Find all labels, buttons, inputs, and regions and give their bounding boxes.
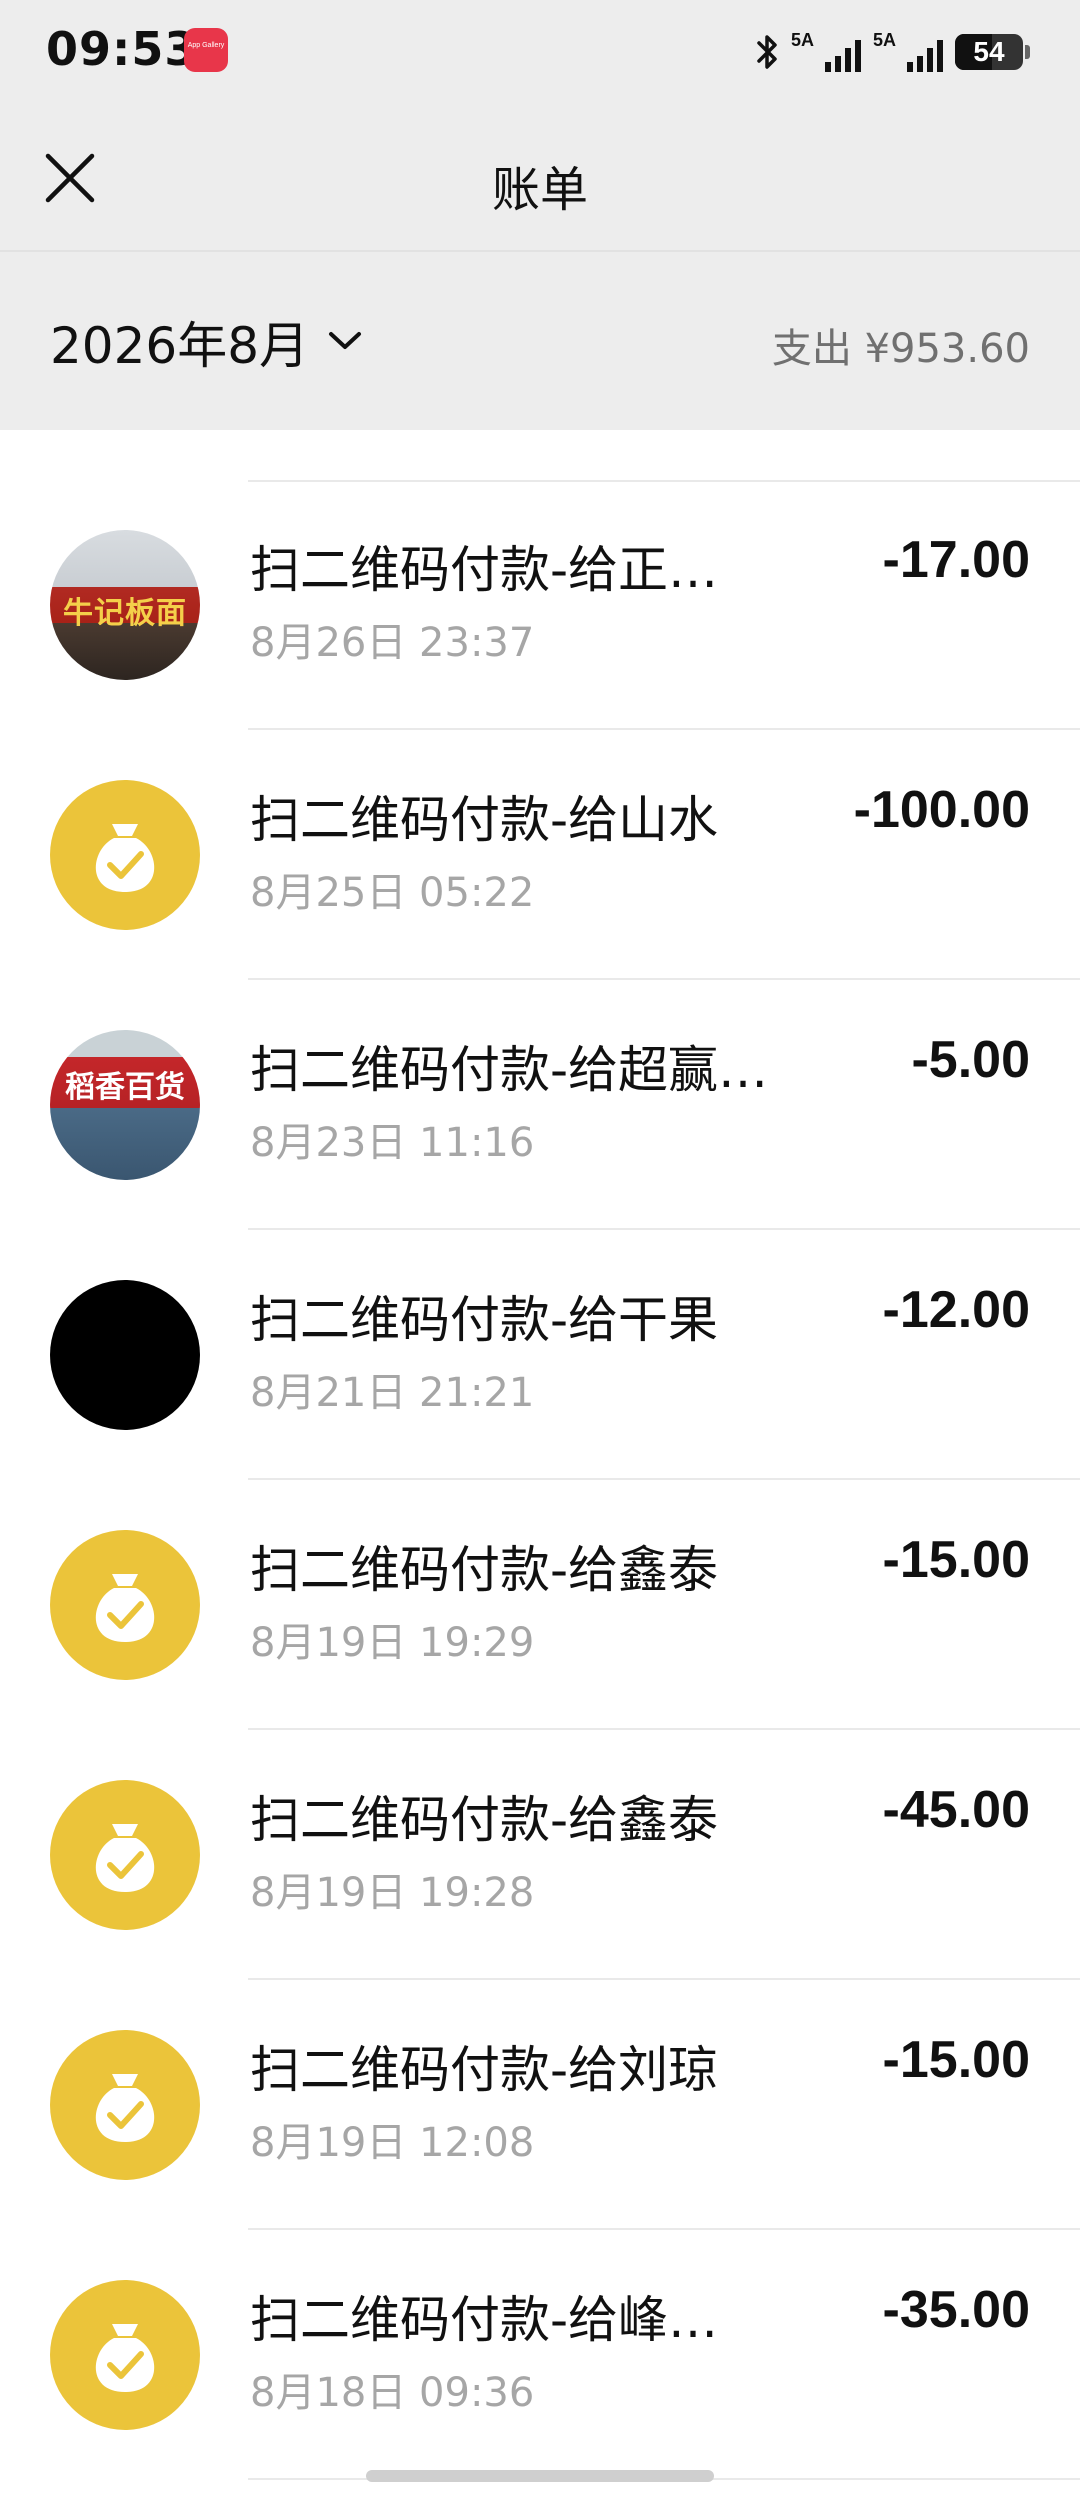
transaction-title: 扫二维码付款-给刘琼	[250, 2041, 719, 2099]
transaction-title: 扫二维码付款-给峰…	[250, 2291, 719, 2349]
transaction-time: 8月18日 09:36	[250, 2370, 535, 2416]
merchant-avatar: 牛记板面	[50, 530, 200, 680]
battery-icon: 54	[955, 34, 1023, 70]
transaction-time: 8月26日 23:37	[250, 620, 535, 666]
list-item[interactable]: 扫二维码付款-给干果 8月21日 21:21 -12.00	[0, 1230, 1080, 1480]
avatar-sign-text: 稻香百货	[65, 1070, 185, 1105]
transaction-amount: -45.00	[882, 1781, 1030, 1839]
avatar-sign-text: 牛记板面	[63, 596, 187, 631]
transaction-time: 8月19日 12:08	[250, 2120, 535, 2166]
list-item[interactable]: 扫二维码付款-给峰… 8月18日 09:36 -35.00	[0, 2230, 1080, 2480]
list-item[interactable]: 牛记板面 扫二维码付款-给正… 8月26日 23:37 -17.00	[0, 480, 1080, 730]
moneybag-icon	[50, 1780, 200, 1930]
merchant-avatar	[50, 1280, 200, 1430]
nav-bar: 账单	[0, 110, 1080, 252]
signal-label: 5A	[791, 30, 815, 50]
transaction-time: 8月23日 11:16	[250, 1120, 535, 1166]
bluetooth-icon	[755, 33, 779, 71]
transaction-time: 8月19日 19:28	[250, 1870, 535, 1916]
signal-icon: 5A	[873, 30, 943, 74]
signal-label: 5A	[873, 30, 897, 50]
transaction-title: 扫二维码付款-给干果	[250, 1291, 719, 1349]
signal-icon: 5A	[791, 30, 861, 74]
transaction-title: 扫二维码付款-给鑫泰	[250, 1791, 719, 1849]
status-bar: 09:53 App Gallery 5A 5A 54	[0, 0, 1080, 110]
transaction-amount: -100.00	[853, 781, 1030, 839]
transaction-title: 扫二维码付款-给超赢…	[250, 1041, 769, 1099]
chevron-down-icon	[327, 328, 363, 356]
transaction-time: 8月25日 05:22	[250, 870, 535, 916]
status-time: 09:53	[46, 22, 198, 76]
merchant-avatar: 稻香百货	[50, 1030, 200, 1180]
transaction-amount: -15.00	[882, 2031, 1030, 2089]
transaction-amount: -17.00	[882, 531, 1030, 589]
transaction-title: 扫二维码付款-给正…	[250, 541, 719, 599]
moneybag-icon	[50, 1530, 200, 1680]
list-item[interactable]: 扫二维码付款-给山水 8月25日 05:22 -100.00	[0, 730, 1080, 980]
list-item[interactable]: 稻香百货 扫二维码付款-给超赢… 8月23日 11:16 -5.00	[0, 980, 1080, 1230]
transaction-time: 8月21日 21:21	[250, 1370, 535, 1416]
moneybag-icon	[50, 780, 200, 930]
battery-tip	[1025, 45, 1030, 59]
month-label: 2026年8月	[50, 317, 310, 375]
moneybag-icon	[50, 2030, 200, 2180]
transaction-title: 扫二维码付款-给鑫泰	[250, 1541, 719, 1599]
battery-level: 54	[973, 36, 1005, 67]
home-indicator[interactable]	[366, 2470, 714, 2482]
transaction-amount: -12.00	[882, 1281, 1030, 1339]
list-item[interactable]: 扫二维码付款-给鑫泰 8月19日 19:28 -45.00	[0, 1730, 1080, 1980]
transaction-time: 8月19日 19:29	[250, 1620, 535, 1666]
list-item[interactable]: 扫二维码付款-给鑫泰 8月19日 19:29 -15.00	[0, 1480, 1080, 1730]
transaction-amount: -35.00	[882, 2281, 1030, 2339]
transaction-amount: -5.00	[911, 1031, 1030, 1089]
list-item[interactable]: 扫二维码付款-给刘琼 8月19日 12:08 -15.00	[0, 1980, 1080, 2230]
status-icons: 5A 5A 54	[755, 28, 1030, 76]
moneybag-icon	[50, 2280, 200, 2430]
appgallery-icon: App Gallery	[184, 28, 228, 72]
page-title: 账单	[491, 162, 588, 218]
filter-bar: 2026年8月 支出 ¥953.60	[0, 252, 1080, 430]
expense-summary: 支出 ¥953.60	[771, 326, 1030, 372]
transaction-amount: -15.00	[882, 1531, 1030, 1589]
transaction-title: 扫二维码付款-给山水	[250, 791, 719, 849]
month-selector[interactable]: 2026年8月	[50, 306, 363, 378]
